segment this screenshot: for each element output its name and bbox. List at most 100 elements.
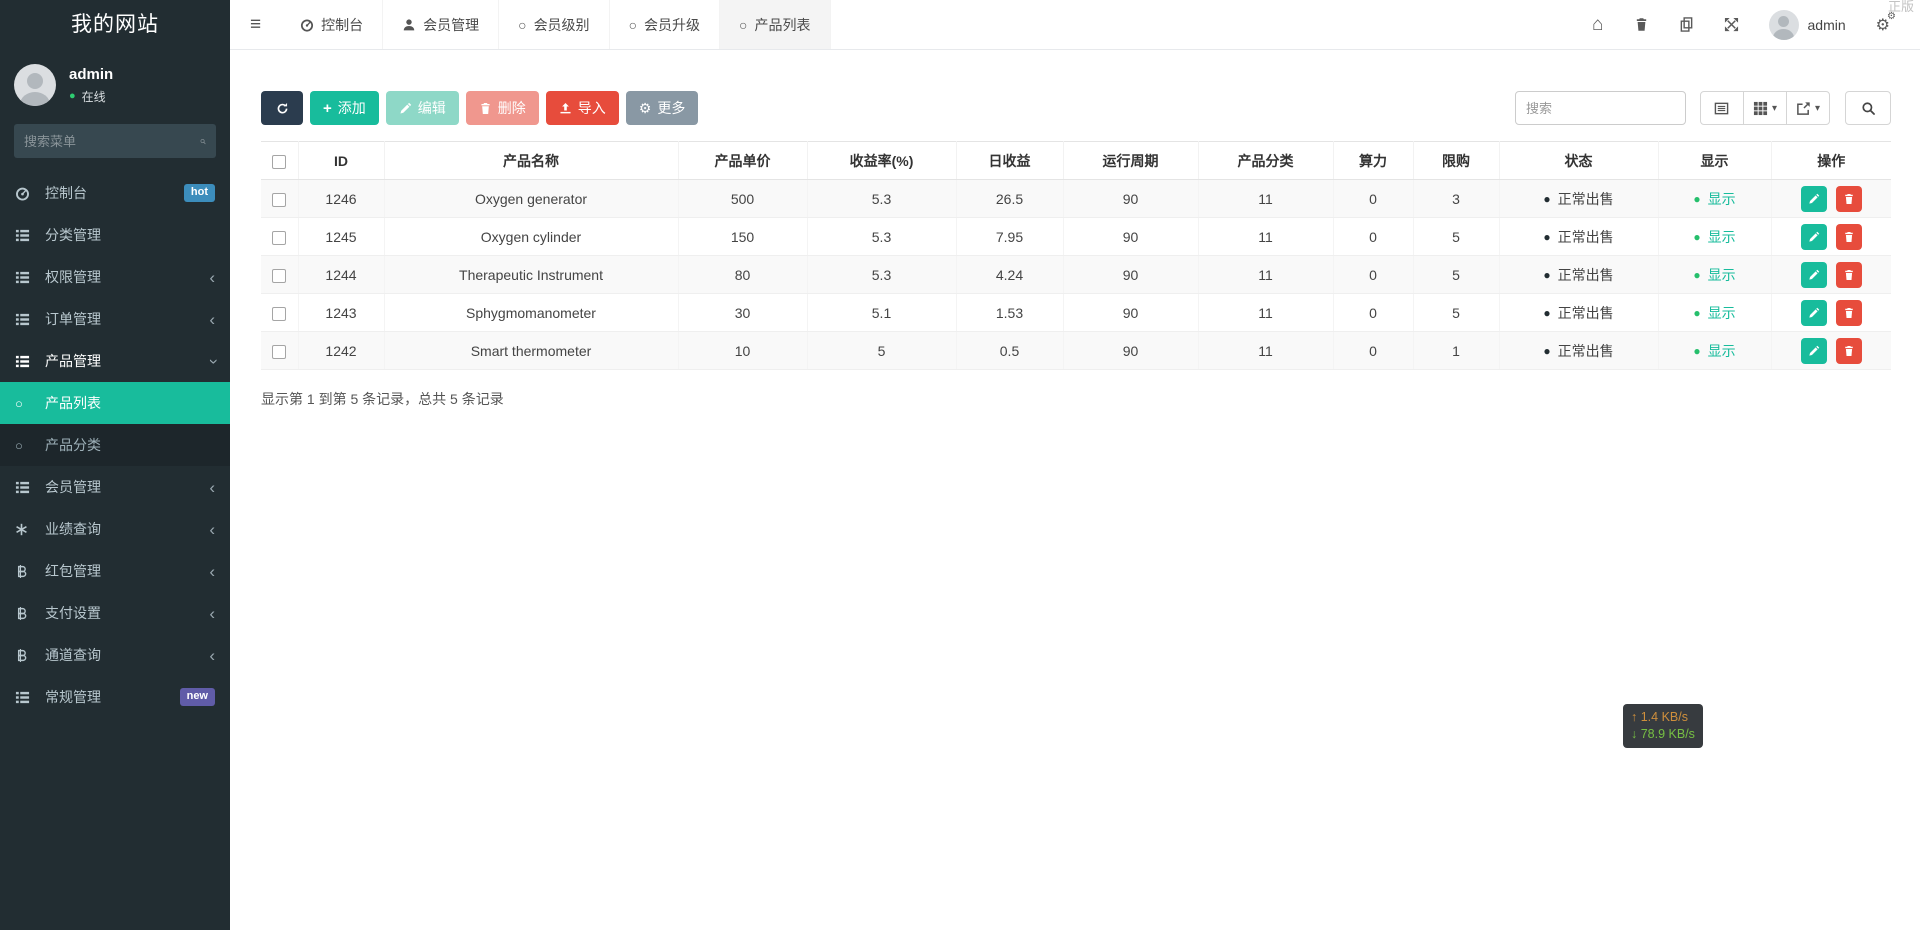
settings-gears-icon[interactable]: ⚙ ⚙ — [1876, 15, 1890, 35]
list-icon — [15, 690, 37, 705]
col-header-price[interactable]: 产品单价 — [678, 142, 807, 180]
sidebar-item-category-mgmt[interactable]: 分类管理 — [0, 214, 230, 256]
app-logo[interactable]: 我的网站 — [0, 0, 230, 50]
product-submenu: ○ 产品列表 ○ 产品分类 — [0, 382, 230, 466]
sidebar-search-input[interactable] — [24, 134, 200, 149]
tachometer-icon — [15, 186, 37, 201]
list-icon — [15, 270, 37, 285]
pencil-icon — [1808, 269, 1820, 281]
sidebar-item-product-category[interactable]: ○ 产品分类 — [0, 424, 230, 466]
export-button[interactable]: ▾ — [1786, 91, 1830, 125]
col-header-cycle[interactable]: 运行周期 — [1063, 142, 1198, 180]
cell-daily: 1.53 — [956, 294, 1063, 332]
tab-member-mgmt[interactable]: 会员管理 — [383, 0, 499, 49]
row-checkbox[interactable] — [272, 231, 286, 245]
edit-button[interactable] — [1801, 338, 1827, 364]
status-text: 正常出售 — [1558, 227, 1614, 247]
user-menu[interactable]: admin — [1769, 10, 1846, 40]
edit-button[interactable] — [1801, 186, 1827, 212]
tab-member-upgrade[interactable]: ○ 会员升级 — [610, 0, 720, 49]
col-header-status[interactable]: 状态 — [1499, 142, 1658, 180]
circle-icon: ○ — [518, 17, 526, 33]
delete-button-disabled[interactable]: 删除 — [466, 91, 539, 125]
cell-daily: 26.5 — [956, 180, 1063, 218]
edit-button[interactable] — [1801, 300, 1827, 326]
col-header-power[interactable]: 算力 — [1333, 142, 1413, 180]
cell-cycle: 90 — [1063, 332, 1198, 370]
display-toggle[interactable]: 显示 — [1708, 341, 1736, 361]
col-header-ops[interactable]: 操作 — [1771, 142, 1891, 180]
import-button[interactable]: 导入 — [546, 91, 619, 125]
edit-button[interactable] — [1801, 262, 1827, 288]
sidebar-item-payment-settings[interactable]: 支付设置 ‹ — [0, 592, 230, 634]
trash-icon — [479, 102, 492, 115]
col-header-limit[interactable]: 限购 — [1413, 142, 1499, 180]
sidebar-item-channel-query[interactable]: 通道查询 ‹ — [0, 634, 230, 676]
row-checkbox[interactable] — [272, 193, 286, 207]
cell-id: 1246 — [298, 180, 384, 218]
col-header-display[interactable]: 显示 — [1658, 142, 1771, 180]
tab-dashboard[interactable]: 控制台 — [281, 0, 383, 49]
delete-button[interactable] — [1836, 224, 1862, 250]
cell-daily: 7.95 — [956, 218, 1063, 256]
delete-button[interactable] — [1836, 186, 1862, 212]
sidebar-item-order-mgmt[interactable]: 订单管理 ‹ — [0, 298, 230, 340]
col-header-rate[interactable]: 收益率(%) — [807, 142, 956, 180]
table-search-input[interactable] — [1515, 91, 1686, 125]
sidebar-item-label: 红包管理 — [45, 561, 101, 581]
select-all-checkbox[interactable] — [272, 155, 286, 169]
tab-member-level[interactable]: ○ 会员级别 — [499, 0, 609, 49]
more-button[interactable]: ⚙ 更多 — [626, 91, 699, 125]
fullscreen-icon[interactable] — [1724, 17, 1739, 32]
refresh-button[interactable] — [261, 91, 303, 125]
sidebar-item-member-mgmt[interactable]: 会员管理 ‹ — [0, 466, 230, 508]
detail-view-button[interactable] — [1700, 91, 1744, 125]
sidebar-item-product-mgmt[interactable]: 产品管理 ‹ — [0, 340, 230, 382]
search-icon — [200, 135, 206, 148]
delete-button[interactable] — [1836, 300, 1862, 326]
edit-button[interactable] — [1801, 224, 1827, 250]
display-toggle[interactable]: 显示 — [1708, 189, 1736, 209]
user-status: ● 在线 — [69, 88, 113, 105]
status-text: 正常出售 — [1558, 265, 1614, 285]
list-icon — [15, 480, 37, 495]
col-header-daily[interactable]: 日收益 — [956, 142, 1063, 180]
sidebar: 我的网站 admin ● 在线 控制台 hot 分类管理 权限管理 ‹ — [0, 0, 230, 930]
sidebar-toggle-button[interactable]: ≡ — [230, 0, 281, 49]
trash-icon[interactable] — [1634, 17, 1649, 32]
row-checkbox[interactable] — [272, 269, 286, 283]
display-toggle[interactable]: 显示 — [1708, 265, 1736, 285]
delete-button[interactable] — [1836, 338, 1862, 364]
row-checkbox[interactable] — [272, 345, 286, 359]
sidebar-item-dashboard[interactable]: 控制台 hot — [0, 172, 230, 214]
cell-price: 500 — [678, 180, 807, 218]
table-row: 1245 Oxygen cylinder 150 5.3 7.95 90 11 … — [261, 218, 1891, 256]
col-header-id[interactable]: ID — [298, 142, 384, 180]
columns-button[interactable]: ▾ — [1743, 91, 1787, 125]
cell-name: Oxygen generator — [384, 180, 678, 218]
display-toggle[interactable]: 显示 — [1708, 227, 1736, 247]
sidebar-item-redpacket-mgmt[interactable]: 红包管理 ‹ — [0, 550, 230, 592]
product-table: ID 产品名称 产品单价 收益率(%) 日收益 运行周期 产品分类 算力 限购 … — [261, 141, 1891, 370]
copy-icon[interactable] — [1679, 17, 1694, 32]
sidebar-item-product-list[interactable]: ○ 产品列表 — [0, 382, 230, 424]
sidebar-menu: 控制台 hot 分类管理 权限管理 ‹ 订单管理 ‹ 产品管理 ‹ ○ 产品列表 — [0, 172, 230, 718]
search-icon — [1861, 101, 1876, 116]
sidebar-item-performance-query[interactable]: 业绩查询 ‹ — [0, 508, 230, 550]
row-checkbox[interactable] — [272, 307, 286, 321]
add-button[interactable]: + 添加 — [310, 91, 379, 125]
display-toggle[interactable]: 显示 — [1708, 303, 1736, 323]
home-icon[interactable]: ⌂ — [1592, 14, 1603, 36]
edit-button-disabled[interactable]: 编辑 — [386, 91, 459, 125]
col-header-name[interactable]: 产品名称 — [384, 142, 678, 180]
upload-icon — [559, 102, 572, 115]
cell-name: Sphygmomanometer — [384, 294, 678, 332]
search-button[interactable] — [1845, 91, 1891, 125]
sidebar-item-permission-mgmt[interactable]: 权限管理 ‹ — [0, 256, 230, 298]
tab-product-list[interactable]: ○ 产品列表 — [720, 0, 830, 49]
cell-rate: 5.3 — [807, 256, 956, 294]
col-header-category[interactable]: 产品分类 — [1198, 142, 1333, 180]
cell-limit: 5 — [1413, 256, 1499, 294]
sidebar-item-general-mgmt[interactable]: 常规管理 new — [0, 676, 230, 718]
delete-button[interactable] — [1836, 262, 1862, 288]
